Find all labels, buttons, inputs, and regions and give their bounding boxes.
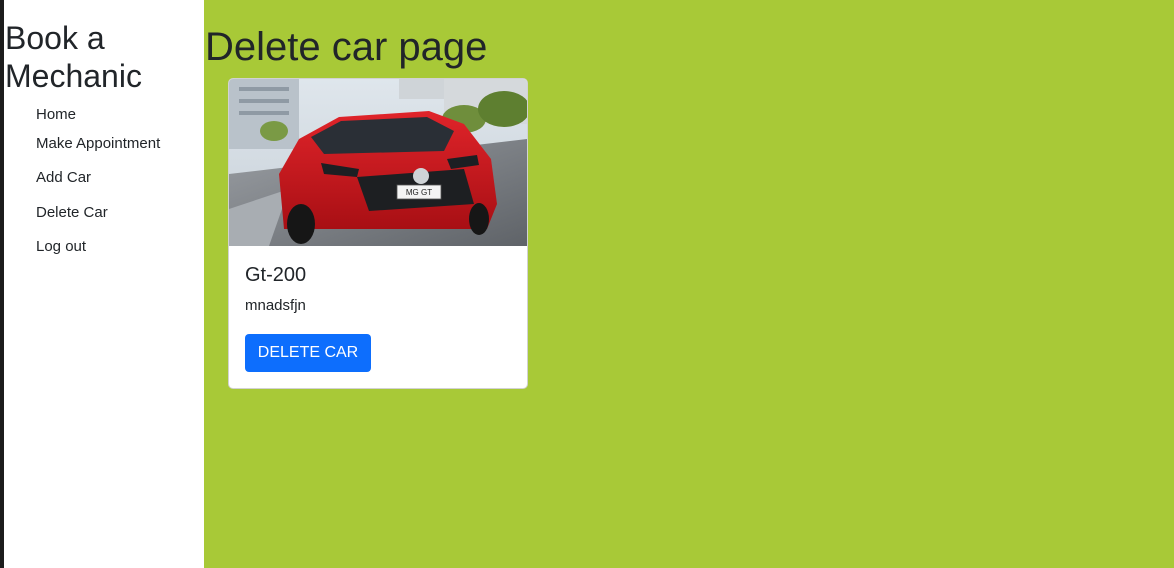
plate-text: MG GT: [406, 188, 432, 197]
page-title: Delete car page: [205, 25, 488, 69]
car-name: Gt-200: [245, 264, 307, 286]
nav-link-delete-car[interactable]: Delete Car: [36, 204, 108, 221]
brand-title: Book a Mechanic: [5, 20, 142, 94]
car-card: MG GT Gt-200 mnadsfjn DELETE CAR: [228, 78, 528, 389]
delete-car-button[interactable]: DELETE CAR: [245, 334, 371, 372]
nav-link-add-car[interactable]: Add Car: [36, 169, 91, 186]
car-description: mnadsfjn: [245, 297, 306, 314]
nav-link-home[interactable]: Home: [36, 106, 76, 123]
main-content: Delete car page MG GT Gt-200 mnadsfjn DE…: [204, 0, 1174, 568]
nav-link-make-appointment[interactable]: Make Appointment: [36, 135, 160, 152]
app-window: Book a Mechanic Home Make Appointment Ad…: [0, 0, 1174, 568]
nav-link-log-out[interactable]: Log out: [36, 238, 86, 255]
car-image: MG GT: [229, 79, 527, 246]
sidebar: Book a Mechanic Home Make Appointment Ad…: [4, 0, 204, 568]
